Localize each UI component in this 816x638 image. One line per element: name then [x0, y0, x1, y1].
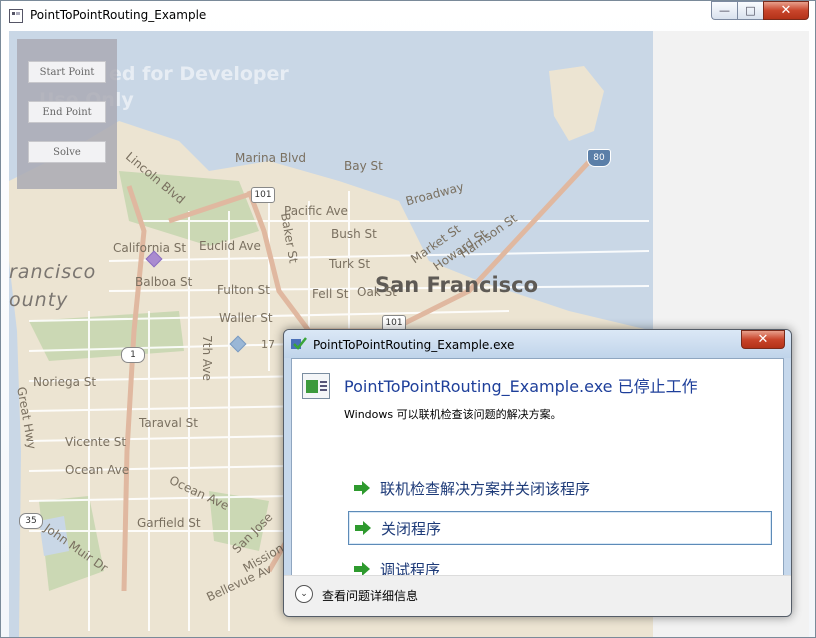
- expand-details-button[interactable]: ⌄: [295, 585, 313, 603]
- dialog-subtext: Windows 可以联机检查该问题的解决方案。: [344, 408, 562, 421]
- program-icon: [302, 373, 330, 399]
- highway-shield: 35: [19, 513, 43, 529]
- command-label: 联机检查解决方案并关闭该程序: [380, 479, 591, 498]
- street-label: 7th Ave: [199, 335, 214, 381]
- region-label-2: ounty: [9, 289, 69, 311]
- street-label: Bay St: [344, 159, 383, 173]
- highway-shield: 17: [261, 337, 275, 351]
- street-label: Garfield St: [137, 516, 201, 530]
- dialog-app-icon: [291, 337, 307, 350]
- street-label: Ocean Ave: [65, 463, 130, 477]
- end-point-button[interactable]: End Point: [28, 101, 106, 123]
- street-label: Pacific Ave: [284, 204, 348, 218]
- check-online-and-close-command[interactable]: 联机检查解决方案并关闭该程序: [348, 471, 772, 505]
- street-label: Noriega St: [33, 375, 97, 389]
- region-label: rancisco: [9, 261, 97, 283]
- street-label: Euclid Ave: [199, 239, 261, 253]
- command-label: 关闭程序: [381, 519, 442, 538]
- close-button[interactable]: ✕: [763, 1, 809, 20]
- maximize-button[interactable]: □: [737, 1, 763, 20]
- street-label: Bush St: [331, 227, 377, 241]
- street-label: Fell St: [312, 287, 349, 301]
- highway-shield: 101: [251, 187, 275, 203]
- dialog-footer: ⌄ 查看问题详细信息: [284, 575, 791, 616]
- control-panel: Start Point End Point Solve: [17, 39, 117, 189]
- street-label: Fulton St: [217, 283, 270, 297]
- close-program-command[interactable]: 关闭程序: [348, 511, 772, 545]
- dialog-title: PointToPointRouting_Example.exe: [313, 338, 515, 352]
- street-label: Taraval St: [139, 416, 198, 430]
- highway-shield: 1: [121, 347, 145, 363]
- dialog-body: PointToPointRouting_Example.exe 已停止工作 Wi…: [291, 358, 784, 611]
- dialog-headline: PointToPointRouting_Example.exe 已停止工作: [344, 377, 698, 396]
- street-label: Turk St: [329, 257, 371, 271]
- view-details-link[interactable]: 查看问题详细信息: [322, 587, 418, 604]
- street-label: Waller St: [219, 311, 273, 325]
- dialog-title-bar[interactable]: PointToPointRouting_Example.exe ✕: [284, 330, 791, 358]
- highway-shield: 80: [587, 149, 611, 167]
- street-label: Vicente St: [65, 435, 127, 449]
- arrow-right-icon: [354, 519, 372, 537]
- error-dialog: PointToPointRouting_Example.exe ✕ PointT…: [283, 329, 792, 617]
- minimize-button[interactable]: —: [711, 1, 737, 20]
- window-controls: — □ ✕: [711, 1, 809, 20]
- dialog-close-button[interactable]: ✕: [741, 330, 785, 349]
- street-label: Marina Blvd: [235, 151, 307, 165]
- title-bar[interactable]: PointToPointRouting_Example — □ ✕: [1, 1, 815, 30]
- street-label: Oak St: [357, 285, 397, 299]
- app-window-icon: [9, 9, 23, 23]
- street-label: California St: [113, 241, 187, 255]
- solve-button[interactable]: Solve: [28, 141, 106, 163]
- map-watermark: ed for Developer: [109, 63, 289, 85]
- arrow-right-icon: [353, 479, 371, 497]
- street-label: Balboa St: [135, 275, 193, 289]
- window-title: PointToPointRouting_Example: [30, 8, 207, 22]
- start-point-button[interactable]: Start Point: [28, 61, 106, 83]
- city-label: San Francisco: [375, 273, 539, 297]
